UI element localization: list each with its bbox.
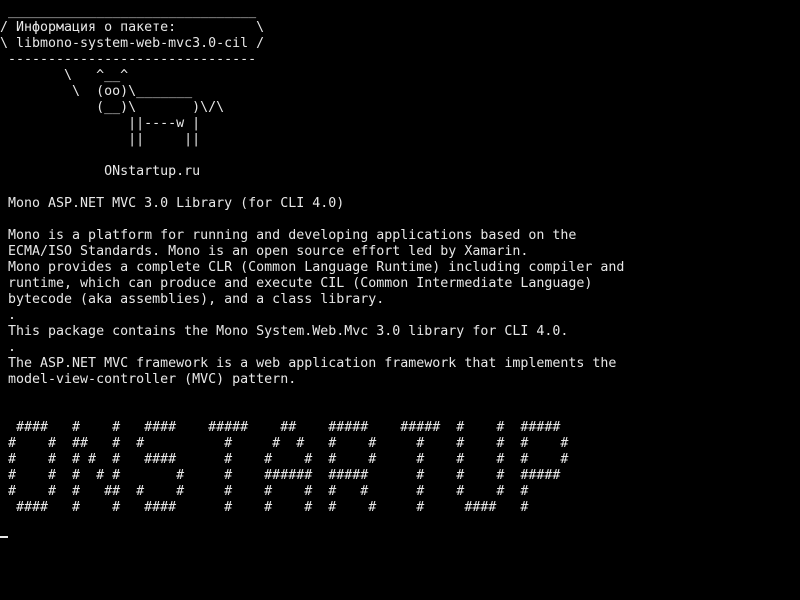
description-line: bytecode (aka assemblies), and a class l… (0, 292, 385, 307)
banner-line: #### # # #### # # # # # # #### # (0, 500, 529, 515)
banner-line: #### # # #### ##### ## ##### ##### # # #… (0, 420, 561, 435)
cow-ascii-line: || || (0, 132, 201, 147)
package-summary: Mono ASP.NET MVC 3.0 Library (for CLI 4.… (0, 196, 345, 211)
text-cursor (0, 536, 8, 538)
description-line: model-view-controller (MVC) pattern. (0, 372, 297, 387)
banner-line: # # ## # # # # # # # # # # # # (0, 436, 569, 451)
description-line: This package contains the Mono System.We… (0, 324, 569, 339)
banner-line: # # # ## # # # # # # # # # # # (0, 484, 529, 499)
site-label: ONstartup.ru (0, 164, 201, 179)
cowsay-bubble-bottom: ------------------------------- (0, 52, 257, 67)
description-line: ECMA/ISO Standards. Mono is an open sour… (0, 244, 529, 259)
cow-ascii-line: \ (oo)\_______ (0, 84, 193, 99)
description-separator: . (0, 308, 17, 323)
description-separator: . (0, 340, 17, 355)
cow-ascii-line: ||----w | (0, 116, 201, 131)
cow-ascii-line: \ ^__^ (0, 68, 129, 83)
cowsay-bubble-top: _______________________________ (0, 4, 257, 19)
description-line: Mono provides a complete CLR (Common Lan… (0, 260, 625, 275)
cowsay-bubble-package: \ libmono-system-web-mvc3.0-cil / (0, 36, 265, 51)
cow-ascii-line: (__)\ )\/\ (0, 100, 225, 115)
description-line: runtime, which can produce and execute C… (0, 276, 593, 291)
description-line: The ASP.NET MVC framework is a web appli… (0, 356, 617, 371)
banner-line: # # # # # #### # # # # # # # # # # (0, 452, 569, 467)
banner-line: # # # # # # # ###### ##### # # # ##### (0, 468, 561, 483)
terminal-screen: _______________________________ / Информ… (0, 4, 800, 600)
description-line: Mono is a platform for running and devel… (0, 228, 577, 243)
cowsay-bubble-title: / Информация о пакете: \ (0, 20, 265, 35)
